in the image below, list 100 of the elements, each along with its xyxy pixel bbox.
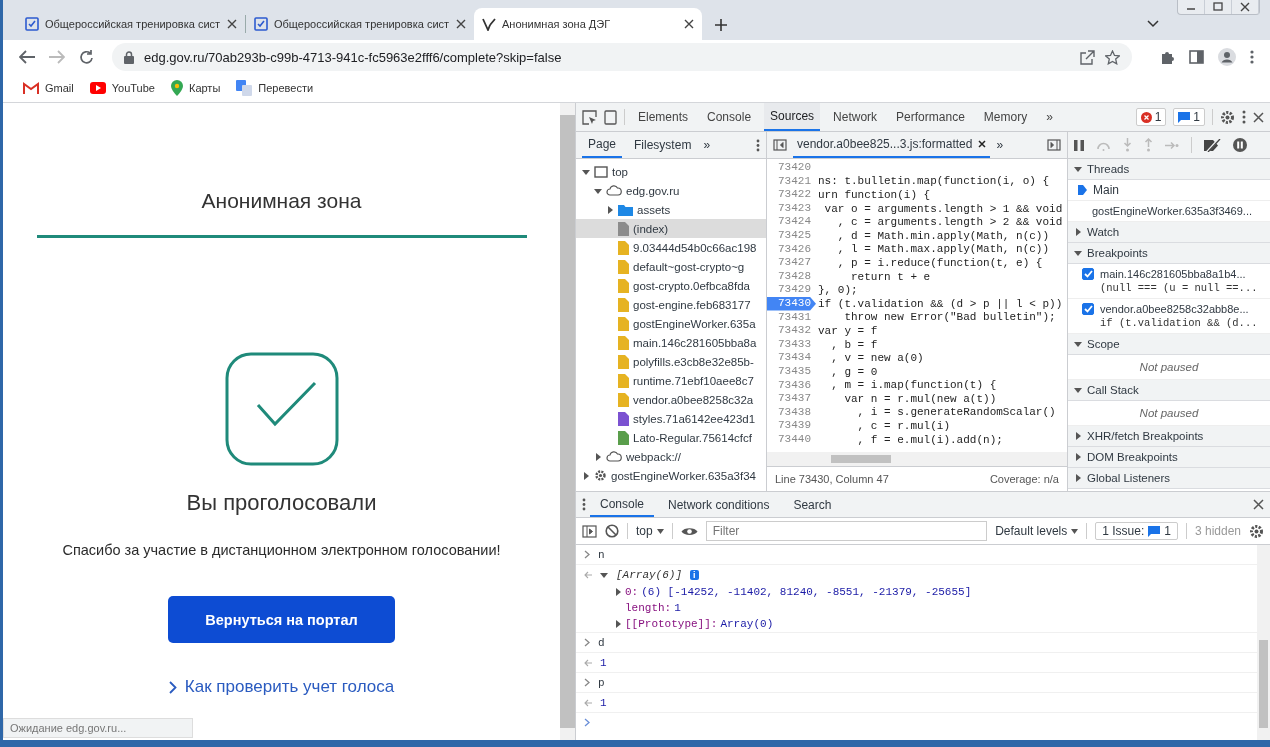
scrollbar[interactable] <box>560 103 575 740</box>
bookmark[interactable]: YouTube <box>89 82 155 94</box>
more-tabs-button[interactable]: » <box>1040 103 1059 131</box>
panel-tab[interactable]: Network <box>827 103 884 131</box>
line-number[interactable]: 73433 <box>767 337 816 352</box>
tree-item[interactable]: (index) <box>576 219 766 238</box>
more-tabs-button[interactable]: » <box>996 138 1004 152</box>
line-number[interactable]: 73422 <box>767 188 816 202</box>
line-number[interactable]: 73431 <box>767 310 816 325</box>
tree-item[interactable]: gost-engine.feb683177 <box>576 295 766 314</box>
pause-icon[interactable] <box>1074 139 1084 151</box>
expand-arrow-icon[interactable] <box>614 620 622 628</box>
expand-arrow-icon[interactable] <box>1074 474 1082 482</box>
expand-arrow-icon[interactable] <box>582 167 590 176</box>
tree-item[interactable]: Lato-Regular.75614cfcf <box>576 428 766 447</box>
drawer-tab[interactable]: Search <box>783 492 842 517</box>
navigator-tab[interactable]: Page <box>582 132 623 158</box>
envelope-icon[interactable] <box>23 82 39 94</box>
tree-item[interactable]: gostEngineWorker.635a3f34 <box>576 466 766 485</box>
toggle-debugger-icon[interactable] <box>1047 139 1061 151</box>
expand-arrow-icon[interactable] <box>1074 249 1082 257</box>
expand-arrow-icon[interactable] <box>606 205 614 214</box>
line-number[interactable]: 73430 <box>767 296 816 311</box>
chevron-right-icon[interactable] <box>168 680 177 694</box>
settings-icon[interactable] <box>1249 523 1264 539</box>
drawer-tab[interactable]: Console <box>590 492 655 517</box>
panel-tab[interactable]: Performance <box>890 103 971 131</box>
tree-item[interactable]: edg.gov.ru <box>576 181 766 200</box>
tree-item[interactable]: webpack:// <box>576 447 766 466</box>
breakpoint-file[interactable]: vendor.a0bee8258c32abb8e... <box>1100 303 1258 315</box>
expand-arrow-icon[interactable] <box>594 186 602 195</box>
tree-item[interactable]: polyfills.e3cb8e32e85b- <box>576 352 766 371</box>
toggle-navigator-icon[interactable] <box>773 139 787 151</box>
line-number[interactable]: 73434 <box>767 351 816 365</box>
tree-item[interactable]: default~gost-crypto~g <box>576 257 766 276</box>
close-icon[interactable] <box>456 19 466 29</box>
new-tab-icon[interactable] <box>714 18 728 32</box>
line-number[interactable]: 73426 <box>767 242 816 257</box>
line-number[interactable]: 73420 <box>767 161 816 175</box>
tree-item[interactable]: main.146c281605bba8a <box>576 333 766 352</box>
tree-item[interactable]: vendor.a0bee8258c32a <box>576 390 766 409</box>
file-tab[interactable]: vendor.a0bee825...3.js:formatted <box>793 132 991 158</box>
reload-icon[interactable] <box>79 49 94 65</box>
line-number[interactable]: 73423 <box>767 201 816 216</box>
line-number[interactable]: 73429 <box>767 283 816 297</box>
return-button[interactable]: Вернуться на портал <box>168 596 395 643</box>
expand-arrow-icon[interactable] <box>594 452 602 461</box>
expand-arrow-icon[interactable] <box>614 588 622 596</box>
tree-item[interactable]: top <box>576 162 766 181</box>
translate-icon[interactable] <box>236 80 253 96</box>
v-logo-icon[interactable] <box>482 17 496 31</box>
checkbox[interactable] <box>1082 268 1094 280</box>
tree-item[interactable]: runtime.71ebf10aee8c7 <box>576 371 766 390</box>
breakpoint-file[interactable]: main.146c281605bba8a1b4... <box>1100 268 1258 280</box>
settings-icon[interactable] <box>1220 109 1235 125</box>
filter-field[interactable]: Filter <box>705 521 988 541</box>
section-header[interactable]: Threads <box>1068 159 1270 180</box>
expand-arrow-icon[interactable] <box>582 471 590 480</box>
ballot-checkbox-icon[interactable] <box>25 17 39 31</box>
info-badge[interactable]: i <box>690 569 699 580</box>
line-number[interactable]: 73437 <box>767 392 816 406</box>
line-number[interactable]: 73425 <box>767 228 816 243</box>
navigator-tab[interactable]: Filesystem <box>628 132 698 158</box>
more-tabs-button[interactable]: » <box>703 138 711 152</box>
pause-on-exceptions-icon[interactable] <box>1233 138 1247 152</box>
line-number[interactable]: 73432 <box>767 324 816 338</box>
star-icon[interactable] <box>1105 49 1120 65</box>
expand-arrow-icon[interactable] <box>1074 165 1082 173</box>
share-icon[interactable] <box>1080 49 1095 65</box>
close-icon[interactable] <box>1253 499 1264 510</box>
ballot-checkbox-icon[interactable] <box>254 17 268 31</box>
panel-tab[interactable]: Memory <box>977 103 1034 131</box>
scrollbar[interactable] <box>1257 545 1270 740</box>
section-header[interactable]: DOM Breakpoints <box>1068 447 1270 468</box>
console-object[interactable]: [Array(6)] <box>616 568 682 581</box>
tree-item[interactable]: styles.71a6142ee423d1 <box>576 409 766 428</box>
close-icon[interactable] <box>227 19 237 29</box>
line-number[interactable]: 73439 <box>767 419 816 433</box>
address-bar[interactable]: edg.gov.ru/70ab293b-c99b-4713-941c-fc5963e2fff6/complete?skip=false <box>112 43 1132 71</box>
expand-arrow-icon[interactable] <box>1074 432 1082 440</box>
inspect-icon[interactable] <box>582 109 597 125</box>
menu-icon[interactable] <box>1250 50 1254 64</box>
expand-arrow-icon[interactable] <box>1074 386 1082 394</box>
expand-arrow-icon[interactable] <box>1074 340 1082 348</box>
line-number[interactable]: 73427 <box>767 256 816 270</box>
error-count[interactable]: 1 <box>1135 108 1167 126</box>
checkbox[interactable] <box>1082 303 1094 315</box>
context-dropdown[interactable]: top <box>636 524 664 538</box>
more-options-icon[interactable] <box>1242 110 1246 124</box>
map-pin-icon[interactable] <box>170 80 183 96</box>
section-header[interactable]: Global Listeners <box>1068 468 1270 489</box>
panel-tab[interactable]: Elements <box>632 103 695 131</box>
section-header[interactable]: XHR/fetch Breakpoints <box>1068 426 1270 447</box>
bookmark[interactable]: Перевести <box>236 80 314 96</box>
deactivate-breakpoints-icon[interactable] <box>1204 138 1221 152</box>
expand-arrow-icon[interactable] <box>1074 453 1082 461</box>
more-options-icon[interactable] <box>582 498 586 511</box>
bookmark[interactable]: Карты <box>170 80 221 96</box>
check-vote-link[interactable]: Как проверить учет голоса <box>184 677 395 697</box>
panel-tab[interactable]: Console <box>701 103 758 131</box>
